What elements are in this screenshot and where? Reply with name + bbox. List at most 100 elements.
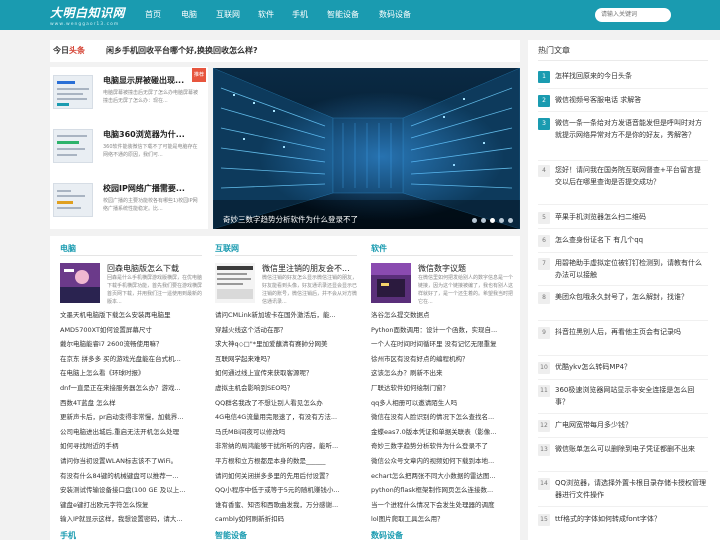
list-item[interactable]: python的flask框架制作网页怎么连接数... — [371, 483, 513, 498]
nav-item-digital-devices[interactable]: 数码设备 — [379, 0, 431, 30]
list-item[interactable]: 当一个进程什么情况下会发生处理器的调度 — [371, 498, 513, 513]
hot-article-title[interactable]: 怎么查身份证名下 有几个qq — [555, 235, 707, 247]
hot-article-title[interactable]: 微信视频号客服电话 求解答 — [555, 95, 707, 107]
rank-badge: 8 — [538, 292, 550, 304]
hot-article-title[interactable]: 抖音拉黑别人后，再看他主页会有记录吗 — [555, 327, 707, 339]
nav-item-home[interactable]: 首页 — [145, 0, 181, 30]
list-item[interactable]: 平方根和立方根都是本身的数是______ — [215, 454, 357, 469]
hot-article-title[interactable]: QQ浏览器，请选择外置卡根目录存储卡授权管理器进行文件操作 — [555, 478, 707, 501]
hot-article-title[interactable]: 微信一条一条给对方发语音能发但是呼叫时对方就提示网络异常对方不是你的好友，秀解答… — [555, 118, 707, 141]
search-input[interactable] — [595, 8, 671, 22]
list-item[interactable]: QQ小程序中低于或等于5元的随机赚钱小... — [215, 483, 357, 498]
list-item[interactable]: 有没有什么84键的机械键盘可以推荐一... — [60, 469, 202, 484]
category-title-mobile[interactable]: 手机 — [60, 530, 76, 540]
list-item[interactable]: 非常纳的局鸿能够干扰所听的内容，能听... — [215, 439, 357, 454]
list-item[interactable]: QQ群名我改了不想让别人看见怎么办 — [215, 396, 357, 411]
list-item[interactable]: 微信在没有人脸识别的情况下怎么查找名... — [371, 410, 513, 425]
list-item[interactable]: dnf一直是正在来接服务器怎么办？游戏... — [60, 381, 202, 396]
list-item[interactable]: 一个人在时间时间循环里 没有记忆无限重复 — [371, 337, 513, 352]
list-item[interactable]: 在电脑上怎么看《环球时报》 — [60, 366, 202, 381]
list-item[interactable]: 谁有香蜜、知否和西歌曲发我，万分感谢... — [215, 498, 357, 513]
list-item[interactable]: 徐州市区有没有好点的编程机构？ — [371, 352, 513, 367]
category-lead-title[interactable]: 微信数字议题 — [418, 263, 513, 274]
featured-item[interactable]: 电脑显示屏被碰出现... 电脑屏幕被撞击后无屏了怎么办电脑屏幕被撞击后无屏了怎么… — [53, 67, 205, 119]
slider-dot[interactable] — [499, 218, 504, 223]
hot-article-title[interactable]: 美团众包哦永久封号了，怎么解封，找谁？ — [555, 292, 707, 304]
hot-article-title[interactable]: 微信账单怎么可以删除到电子凭证都删不出来 — [555, 444, 707, 456]
list-item[interactable]: 请问CMLink新加坡卡在国外激活后，能... — [215, 308, 357, 323]
hot-article-title[interactable]: 您好！请问我在国务院互联网督查+平台留言提交以后在哪里查询是否提交成功？ — [555, 165, 707, 188]
category-thumbnail[interactable] — [215, 263, 255, 303]
nav-item-internet[interactable]: 互联网 — [216, 0, 258, 30]
hot-article-title[interactable]: 苹果手机浏览器怎么扫二维码 — [555, 212, 707, 224]
nav-item-smart-devices[interactable]: 智能设备 — [327, 0, 379, 30]
slider-caption[interactable]: 奇妙三数字趋势分析软件为什么登录不了 — [223, 214, 358, 225]
featured-desc: 电脑屏幕被撞击后无屏了怎么办电脑屏幕被撞击后无屏了怎么办：现在... — [103, 90, 199, 104]
slider-dot[interactable] — [481, 218, 486, 223]
list-item[interactable]: 如何通过线上宣传来获取客源呢？ — [215, 366, 357, 381]
featured-title[interactable]: 电脑360浏览器为什... — [103, 129, 201, 140]
site-logo[interactable]: 大明白知识网 www.wenggaor13.com — [50, 4, 125, 27]
headline-link[interactable]: 闲乡手机回收平台哪个好,换换回收怎么样? — [106, 45, 258, 56]
list-item[interactable]: 穿越火线这个活动在那？ — [215, 323, 357, 338]
list-item[interactable]: 虚拟主机会影响到SEO吗？ — [215, 381, 357, 396]
featured-title[interactable]: 电脑显示屏被碰出现... — [103, 75, 201, 86]
category-lead-title[interactable]: 回森电脑版怎么下载 — [107, 263, 202, 274]
list-item[interactable]: 文墨天机电脑版下载怎么安装再电脑里 — [60, 308, 202, 323]
list-item[interactable]: 求大神q◇□"*里加爱蘸清有赛帥分网美 — [215, 337, 357, 352]
hot-article-title[interactable]: 优酷ykv怎么转码MP4？ — [555, 362, 707, 374]
image-slider[interactable]: 奇妙三数字趋势分析软件为什么登录不了 — [213, 68, 520, 229]
nav-item-mobile[interactable]: 手机 — [292, 0, 327, 30]
category-lead-title[interactable]: 微信里注销的朋友会不... — [262, 263, 357, 274]
hot-article-title[interactable]: 360极速浏览器网站显示非安全连接是怎么回事？ — [555, 385, 707, 408]
category-title-smart-devices[interactable]: 智能设备 — [215, 530, 247, 540]
category-title-software[interactable]: 软件 — [371, 243, 387, 254]
list-item[interactable]: 请问你当初设置WLAN标志该不了WiFi。 — [60, 454, 202, 469]
list-item[interactable]: 金蝶eas7.0版本凭证和单据关联表（影像... — [371, 425, 513, 440]
list-item[interactable]: 如何寻找附近的手柄 — [60, 439, 202, 454]
list-item[interactable]: AMD5700XT如何设置屏幕尺寸 — [60, 323, 202, 338]
list-item[interactable]: 微信公众号文章内的视频如何下载到本地... — [371, 454, 513, 469]
category-thumbnail[interactable] — [60, 263, 100, 303]
list-item[interactable]: 戴尔电脑能睿i7 2600流畅使用嘛？ — [60, 337, 202, 352]
nav-item-software[interactable]: 软件 — [258, 0, 292, 30]
featured-item[interactable]: 电脑360浏览器为什... 360软件能装微信下载不了可能是电脑存在网络不通的原… — [53, 121, 205, 173]
hot-article-title[interactable]: 广电网宽带每月多少钱？ — [555, 420, 707, 432]
hot-article-title[interactable]: 怎样找回原来的今日头条 — [555, 71, 707, 83]
list-item[interactable]: 在京东 拼多多 买的游戏光盘能在台式机... — [60, 352, 202, 367]
hot-article-title[interactable]: 用碧艳助手虚拟定位被钉钉检测到，请教有什么办法可以接触 — [555, 258, 707, 281]
list-item[interactable]: 公司电脑进出城后,重启无法开机怎么处理 — [60, 425, 202, 440]
list-item[interactable]: echart怎么把两张不同大小数据的雷达图... — [371, 469, 513, 484]
list-item[interactable]: 键盘e键打出欧元字符怎么恢复 — [60, 498, 202, 513]
list-item[interactable]: 请问如何关闭拼多多里的先用后付设置？ — [215, 469, 357, 484]
rank-badge: 13 — [538, 444, 550, 456]
nav-item-computer[interactable]: 电脑 — [181, 0, 216, 30]
list-item[interactable]: 安装测试传输设备接口盘(100 GE 及以上... — [60, 483, 202, 498]
list-item[interactable]: 互联网学起来难吗？ — [215, 352, 357, 367]
category-title-computer[interactable]: 电脑 — [60, 243, 76, 254]
category-title-digital-devices[interactable]: 数码设备 — [371, 530, 403, 540]
slider-dot-active[interactable] — [490, 218, 495, 223]
category-thumbnail[interactable] — [371, 263, 411, 303]
list-item[interactable]: 马氏MBi间夜可以修改吗 — [215, 425, 357, 440]
slider-dot[interactable] — [508, 218, 513, 223]
list-item[interactable]: 洛谷怎么提交数据点 — [371, 308, 513, 323]
slider-dot[interactable] — [472, 218, 477, 223]
featured-title[interactable]: 校园IP网络广播需要... — [103, 183, 201, 194]
list-item[interactable]: Python面数调用：设计一个函数，实现自... — [371, 323, 513, 338]
list-item[interactable]: qq多人相册可以邀请陌生人吗 — [371, 396, 513, 411]
category-title-internet[interactable]: 互联网 — [215, 243, 239, 254]
rank-badge: 2 — [538, 95, 550, 107]
list-item[interactable]: cambly如何刷新折扣码 — [215, 512, 357, 527]
list-item[interactable]: lol图片爬取工具怎么用？ — [371, 512, 513, 527]
list-item[interactable]: 奇妙三数字趋势分析软件为什么登录不了 — [371, 439, 513, 454]
list-item[interactable]: 这该怎么办？刷新不出来 — [371, 366, 513, 381]
logo-subtext: www.wenggaor13.com — [50, 22, 120, 27]
list-item[interactable]: 4G电信4G流量用完限速了，有没有方法... — [215, 410, 357, 425]
list-item[interactable]: 西数4T蓝盘 怎么样 — [60, 396, 202, 411]
list-item[interactable]: 更新声卡后，pr启动变得非常慢，加载界... — [60, 410, 202, 425]
list-item[interactable]: 输入IP就显示这样，我想设置密码，请大... — [60, 512, 202, 527]
list-item[interactable]: 厂联达软件如何绘制门窗？ — [371, 381, 513, 396]
hot-article-title[interactable]: ttf格式的字体如何转成font字体？ — [555, 514, 707, 526]
featured-item[interactable]: 校园IP网络广播需要... 校园广播的主要功能校各有哪些1)校园IP网络广播系统… — [53, 175, 205, 227]
